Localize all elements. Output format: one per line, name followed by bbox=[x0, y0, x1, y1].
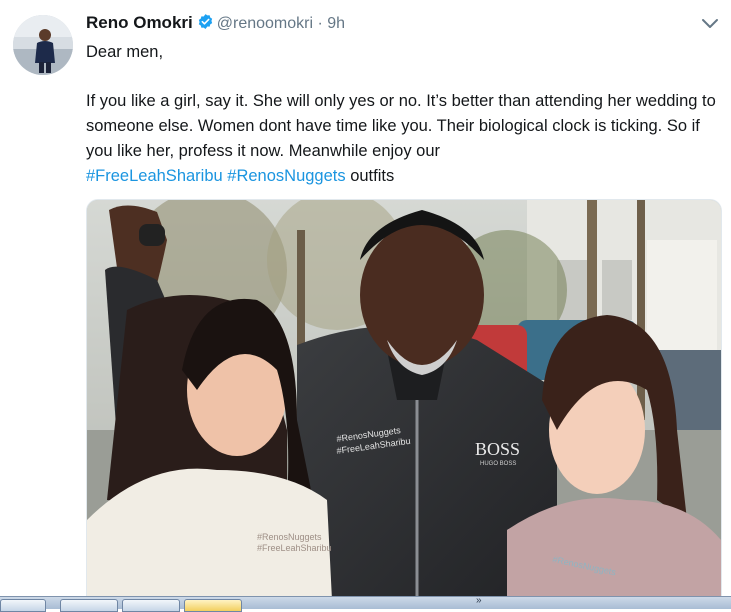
photo-image: #RenosNuggets #FreeLeahSharibu BOSS HUGO… bbox=[87, 200, 721, 600]
display-name[interactable]: Reno Omokri bbox=[86, 13, 193, 32]
print-left-2: #FreeLeahSharibu bbox=[257, 543, 332, 553]
tweet-greeting: Dear men, bbox=[86, 43, 164, 61]
avatar[interactable] bbox=[13, 15, 73, 75]
tweet-photo[interactable]: #RenosNuggets #FreeLeahSharibu BOSS HUGO… bbox=[86, 199, 722, 600]
print-left-1: #RenosNuggets bbox=[257, 532, 322, 542]
tweet: Reno Omokri @renoomokri · 9h Dear men, If… bbox=[0, 0, 731, 600]
print-brand-sub: HUGO BOSS bbox=[480, 461, 516, 467]
tweet-text: Dear men, If you like a girl, say it. Sh… bbox=[86, 40, 726, 188]
tweet-body-text: If you like a girl, say it. She will onl… bbox=[86, 92, 716, 160]
tweet-header: Reno Omokri @renoomokri · 9h bbox=[86, 13, 345, 35]
hashtag-link[interactable]: #RenosNuggets bbox=[227, 167, 345, 185]
taskbar-skype-icon[interactable] bbox=[60, 599, 118, 612]
tweet-body: If you like a girl, say it. She will onl… bbox=[86, 89, 726, 188]
user-handle[interactable]: @renoomokri bbox=[217, 15, 313, 32]
avatar-image bbox=[13, 15, 73, 75]
print-brand: BOSS bbox=[475, 439, 520, 459]
tweet-tail: outfits bbox=[345, 166, 395, 185]
taskbar-folder-icon[interactable] bbox=[184, 599, 242, 612]
chevron-down-icon[interactable] bbox=[701, 16, 719, 32]
hashtag-link[interactable]: #FreeLeahSharibu bbox=[86, 167, 223, 185]
taskbar-app-icon[interactable] bbox=[122, 599, 180, 612]
verified-badge-icon bbox=[198, 14, 212, 29]
taskbar-start-button[interactable] bbox=[0, 599, 46, 612]
taskbar-overflow-icon[interactable]: » bbox=[476, 595, 482, 606]
taskbar: » bbox=[0, 595, 731, 612]
timestamp[interactable]: 9h bbox=[327, 15, 345, 32]
separator-dot: · bbox=[317, 15, 323, 32]
